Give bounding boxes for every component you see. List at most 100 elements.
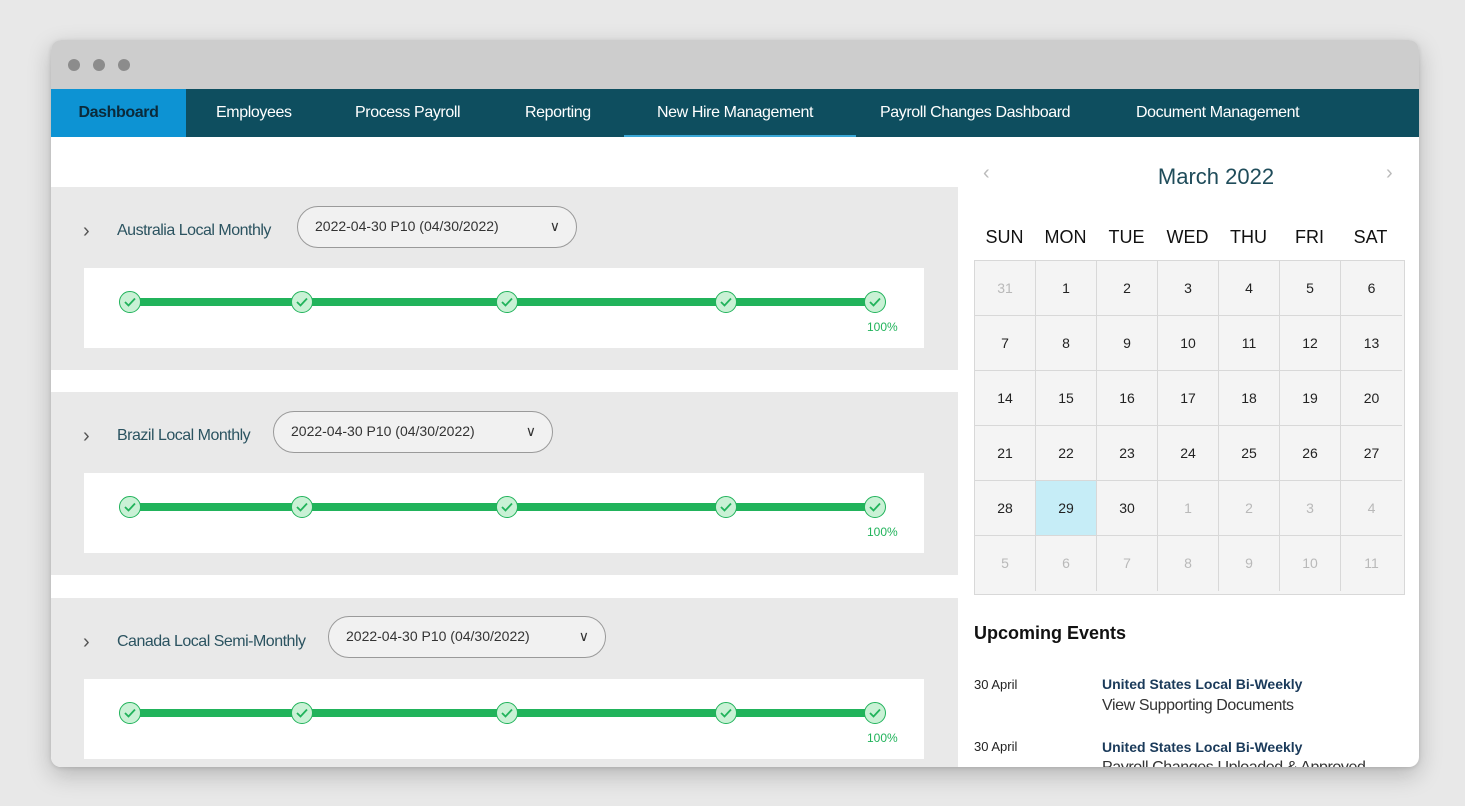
calendar-day-header: SUN xyxy=(985,227,1024,247)
calendar-day[interactable]: 13 xyxy=(1341,316,1402,371)
payroll-name[interactable]: Brazil Local Monthly xyxy=(117,427,251,445)
calendar-day[interactable]: 2 xyxy=(1097,261,1158,316)
window-minimize-dot[interactable] xyxy=(93,59,105,71)
chevron-right-icon[interactable]: › xyxy=(1386,162,1393,185)
calendar-day[interactable]: 6 xyxy=(1341,261,1402,316)
calendar-day[interactable]: 29 xyxy=(1036,481,1097,536)
calendar-day[interactable]: 20 xyxy=(1341,371,1402,426)
calendar-day[interactable]: 15 xyxy=(1036,371,1097,426)
calendar-day[interactable]: 6 xyxy=(1036,536,1097,591)
event-link[interactable]: View Supporting Documents xyxy=(1102,697,1294,715)
calendar-day-header: SAT xyxy=(1353,227,1388,247)
calendar-day[interactable]: 2 xyxy=(1219,481,1280,536)
nav-hover-underline xyxy=(624,135,856,137)
calendar-day[interactable]: 7 xyxy=(975,316,1036,371)
chevron-down-icon: ∨ xyxy=(549,218,560,234)
payroll-name[interactable]: Canada Local Semi-Monthly xyxy=(117,633,306,651)
nav-document-management[interactable]: Document Management xyxy=(1136,89,1300,137)
chevron-down-icon: ∨ xyxy=(578,628,589,644)
event-name[interactable]: United States Local Bi-Weekly xyxy=(1102,739,1302,755)
check-circle-icon xyxy=(864,496,886,518)
chevron-left-icon[interactable]: ‹ xyxy=(983,162,990,185)
period-value: 2022-04-30 P10 (04/30/2022) xyxy=(291,423,475,439)
payroll-panel: › Australia Local Monthly 2022-04-30 P10… xyxy=(51,187,958,370)
check-circle-icon xyxy=(119,496,141,518)
calendar-day[interactable]: 21 xyxy=(975,426,1036,481)
chevron-right-icon[interactable]: › xyxy=(83,632,90,652)
calendar-day[interactable]: 5 xyxy=(1280,261,1341,316)
check-circle-icon xyxy=(291,496,313,518)
calendar-day[interactable]: 17 xyxy=(1158,371,1219,426)
calendar-day[interactable]: 10 xyxy=(1280,536,1341,591)
nav-employees[interactable]: Employees xyxy=(216,89,292,137)
calendar-day[interactable]: 19 xyxy=(1280,371,1341,426)
calendar-day[interactable]: 27 xyxy=(1341,426,1402,481)
nav-reporting[interactable]: Reporting xyxy=(525,89,591,137)
calendar-day[interactable]: 25 xyxy=(1219,426,1280,481)
calendar-day[interactable]: 1 xyxy=(1158,481,1219,536)
calendar-day[interactable]: 18 xyxy=(1219,371,1280,426)
calendar-day[interactable]: 8 xyxy=(1158,536,1219,591)
calendar-day[interactable]: 31 xyxy=(975,261,1036,316)
check-circle-icon xyxy=(119,702,141,724)
event-date: 30 April xyxy=(974,677,1018,692)
calendar-month-title: March 2022 xyxy=(1157,164,1275,189)
check-circle-icon xyxy=(715,291,737,313)
nav-new-hire-management[interactable]: New Hire Management xyxy=(657,89,813,137)
calendar-day[interactable]: 16 xyxy=(1097,371,1158,426)
upcoming-events-title: Upcoming Events xyxy=(974,623,1127,643)
calendar-day[interactable]: 4 xyxy=(1341,481,1402,536)
calendar-day[interactable]: 28 xyxy=(975,481,1036,536)
calendar-day[interactable]: 22 xyxy=(1036,426,1097,481)
nav-payroll-changes-dashboard[interactable]: Payroll Changes Dashboard xyxy=(880,89,1071,137)
period-select[interactable]: 2022-04-30 P10 (04/30/2022) ∨ xyxy=(297,206,577,248)
check-circle-icon xyxy=(291,702,313,724)
event-name[interactable]: United States Local Bi-Weekly xyxy=(1102,676,1302,692)
period-value: 2022-04-30 P10 (04/30/2022) xyxy=(346,628,530,644)
check-circle-icon xyxy=(496,496,518,518)
period-select[interactable]: 2022-04-30 P10 (04/30/2022) ∨ xyxy=(328,616,606,658)
chevron-right-icon[interactable]: › xyxy=(83,221,90,241)
calendar-day[interactable]: 7 xyxy=(1097,536,1158,591)
check-circle-icon xyxy=(496,702,518,724)
calendar-day[interactable]: 1 xyxy=(1036,261,1097,316)
chevron-right-icon[interactable]: › xyxy=(83,426,90,446)
calendar-day[interactable]: 9 xyxy=(1219,536,1280,591)
check-circle-icon xyxy=(864,291,886,313)
calendar-day-header: MON xyxy=(1044,227,1087,247)
calendar-day[interactable]: 4 xyxy=(1219,261,1280,316)
window-maximize-dot[interactable] xyxy=(118,59,130,71)
calendar-grid: 31 1 2 3 4 5 6 7 8 9 10 11 12 13 14 15 16 17 18 19 20 21 22 23 2… xyxy=(974,260,1405,595)
event-date: 30 April xyxy=(974,739,1018,754)
check-circle-icon xyxy=(291,291,313,313)
calendar-day[interactable]: 14 xyxy=(975,371,1036,426)
calendar-day[interactable]: 9 xyxy=(1097,316,1158,371)
progress-percent: 100% xyxy=(867,525,898,539)
calendar-day[interactable]: 30 xyxy=(1097,481,1158,536)
calendar-day[interactable]: 3 xyxy=(1158,261,1219,316)
calendar-day[interactable]: 23 xyxy=(1097,426,1158,481)
payroll-panel: › Brazil Local Monthly 2022-04-30 P10 (0… xyxy=(51,392,958,575)
period-value: 2022-04-30 P10 (04/30/2022) xyxy=(315,218,499,234)
calendar-day[interactable]: 5 xyxy=(975,536,1036,591)
calendar-day[interactable]: 12 xyxy=(1280,316,1341,371)
check-circle-icon xyxy=(864,702,886,724)
window-close-dot[interactable] xyxy=(68,59,80,71)
nav-process-payroll[interactable]: Process Payroll xyxy=(355,89,461,137)
chevron-down-icon: ∨ xyxy=(525,423,536,439)
nav-dashboard[interactable]: Dashboard xyxy=(51,89,186,137)
calendar-day[interactable]: 11 xyxy=(1341,536,1402,591)
calendar-day[interactable]: 11 xyxy=(1219,316,1280,371)
calendar-day-header: FRI xyxy=(1295,227,1324,247)
event-link[interactable]: Payroll Changes Uploaded & Approved xyxy=(1102,759,1366,767)
progress-percent: 100% xyxy=(867,320,898,334)
browser-window: Dashboard Employees Process Payroll Repo… xyxy=(51,40,1419,767)
payroll-name[interactable]: Australia Local Monthly xyxy=(117,222,271,240)
calendar-day[interactable]: 26 xyxy=(1280,426,1341,481)
calendar-day[interactable]: 8 xyxy=(1036,316,1097,371)
calendar-day[interactable]: 24 xyxy=(1158,426,1219,481)
period-select[interactable]: 2022-04-30 P10 (04/30/2022) ∨ xyxy=(273,411,553,453)
calendar-day[interactable]: 3 xyxy=(1280,481,1341,536)
calendar-day-header: THU xyxy=(1230,227,1267,247)
calendar-day[interactable]: 10 xyxy=(1158,316,1219,371)
